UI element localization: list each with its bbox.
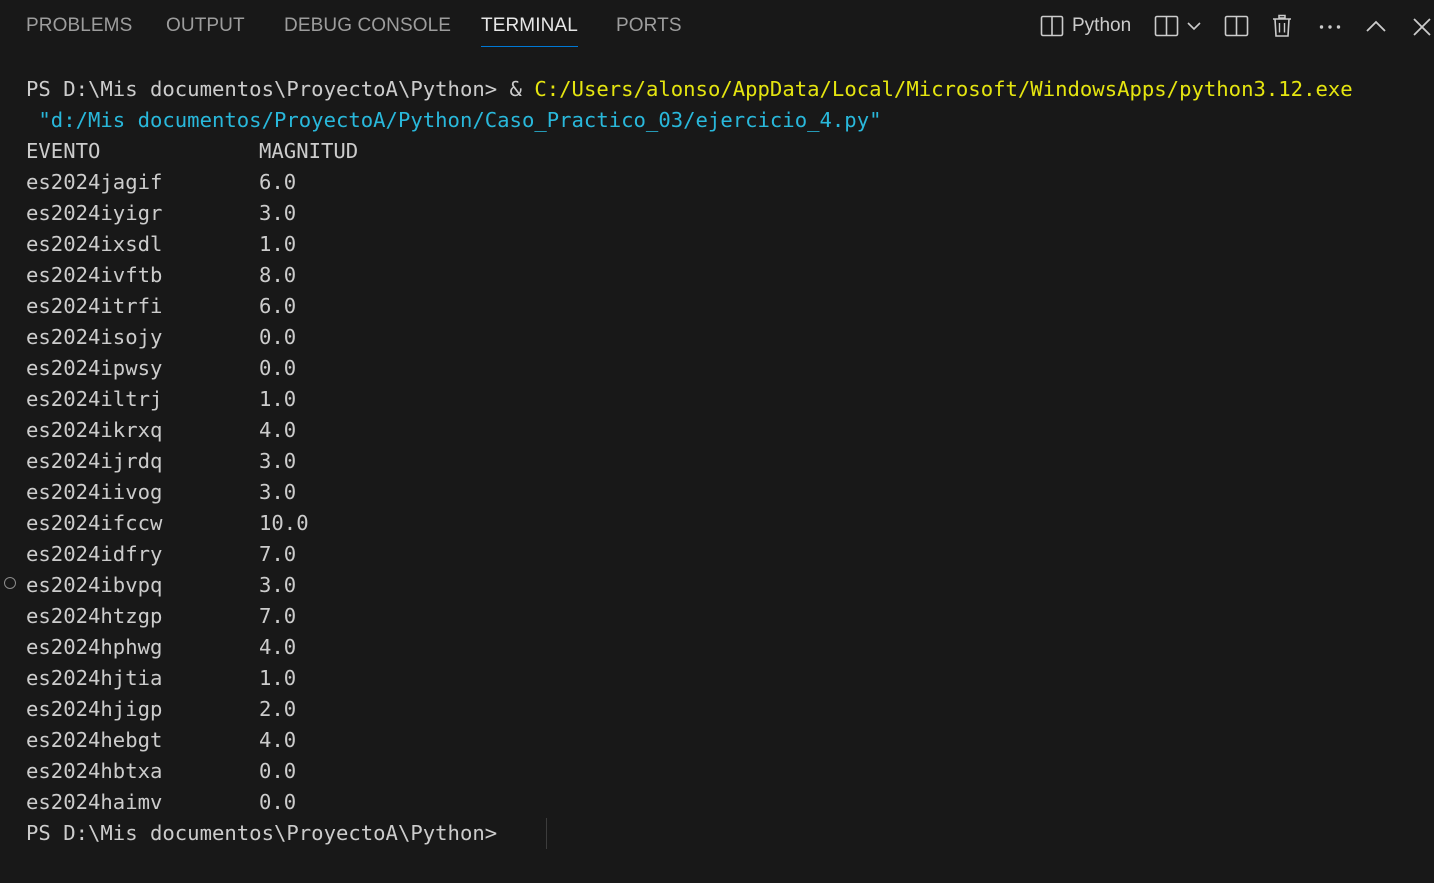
- table-row: es2024ijrdq 3.0: [26, 446, 296, 477]
- split-editor-icon: [1224, 14, 1250, 38]
- table-row: es2024iltrj 1.0: [26, 384, 296, 415]
- magnitud-cell: 3.0: [259, 480, 297, 504]
- evento-cell: es2024ipwsy: [26, 356, 163, 380]
- table-row: es2024itrfi 6.0: [26, 291, 296, 322]
- python-exe-path: C:/Users/alonso/AppData/Local/Microsoft/…: [534, 77, 1353, 101]
- evento-cell: es2024ivftb: [26, 263, 163, 287]
- table-row: es2024hbtxa 0.0: [26, 756, 296, 787]
- table-row: es2024ipwsy 0.0: [26, 353, 296, 384]
- magnitud-cell: 7.0: [259, 604, 297, 628]
- evento-cell: es2024iivog: [26, 480, 163, 504]
- kill-terminal-button[interactable]: [1270, 10, 1294, 42]
- trash-icon: [1270, 14, 1294, 38]
- table-row: es2024ifccw 10.0: [26, 508, 309, 539]
- magnitud-cell: 4.0: [259, 635, 297, 659]
- magnitud-cell: 8.0: [259, 263, 297, 287]
- magnitud-cell: 4.0: [259, 728, 297, 752]
- evento-cell: es2024idfry: [26, 542, 163, 566]
- magnitud-cell: 7.0: [259, 542, 297, 566]
- terminal-output[interactable]: PS D:\Mis documentos\ProyectoA\Python> &…: [0, 68, 1434, 883]
- evento-cell: es2024hbtxa: [26, 759, 163, 783]
- evento-cell: es2024haimv: [26, 790, 163, 814]
- final-prompt: PS D:\Mis documentos\ProyectoA\Python>: [26, 821, 498, 845]
- table-row: es2024isojy 0.0: [26, 322, 296, 353]
- evento-cell: es2024hphwg: [26, 635, 163, 659]
- header-evento: EVENTO: [26, 139, 101, 163]
- tab-terminal[interactable]: TERMINAL: [481, 13, 578, 47]
- close-panel-button[interactable]: [1410, 10, 1434, 42]
- magnitud-cell: 3.0: [259, 201, 297, 225]
- table-row: es2024haimv 0.0: [26, 787, 296, 818]
- evento-cell: es2024ifccw: [26, 511, 163, 535]
- evento-cell: es2024ixsdl: [26, 232, 163, 256]
- table-header-row: EVENTO MAGNITUD: [26, 136, 358, 167]
- table-row: es2024iyigr 3.0: [26, 198, 296, 229]
- table-row: es2024hebgt 4.0: [26, 725, 296, 756]
- evento-cell: es2024iyigr: [26, 201, 163, 225]
- terminal-icon: [1040, 14, 1064, 38]
- magnitud-cell: 1.0: [259, 232, 297, 256]
- evento-cell: es2024htzgp: [26, 604, 163, 628]
- evento-cell: es2024isojy: [26, 325, 163, 349]
- table-row: es2024iivog 3.0: [26, 477, 296, 508]
- maximize-chevron-up-icon: [1364, 14, 1388, 38]
- prompt-text: PS D:\Mis documentos\ProyectoA\Python>: [26, 77, 510, 101]
- table-row: es2024hphwg 4.0: [26, 632, 296, 663]
- evento-cell: es2024ijrdq: [26, 449, 163, 473]
- split-terminal-button[interactable]: [1154, 10, 1180, 42]
- magnitud-cell: 10.0: [259, 511, 309, 535]
- more-actions-button[interactable]: [1318, 10, 1342, 42]
- table-row: es2024ikrxq 4.0: [26, 415, 296, 446]
- magnitud-cell: 6.0: [259, 170, 297, 194]
- evento-cell: es2024iltrj: [26, 387, 163, 411]
- launch-profile-dropdown[interactable]: [1186, 10, 1202, 42]
- script-path: "d:/Mis documentos/ProyectoA/Python/Caso…: [26, 108, 882, 132]
- table-row: es2024jagif 6.0: [26, 167, 296, 198]
- tab-output[interactable]: OUTPUT: [166, 13, 245, 41]
- call-operator: &: [509, 77, 535, 101]
- evento-cell: es2024hjtia: [26, 666, 163, 690]
- evento-cell: es2024ibvpq: [26, 573, 163, 597]
- command-line: PS D:\Mis documentos\ProyectoA\Python> &…: [26, 74, 1353, 105]
- magnitud-cell: 0.0: [259, 356, 297, 380]
- evento-cell: es2024itrfi: [26, 294, 163, 318]
- magnitud-cell: 1.0: [259, 387, 297, 411]
- table-row: es2024ivftb 8.0: [26, 260, 296, 291]
- tab-problems[interactable]: PROBLEMS: [26, 13, 132, 41]
- table-row: es2024hjigp 2.0: [26, 694, 296, 725]
- tab-debug-console[interactable]: DEBUG CONSOLE: [284, 13, 451, 41]
- evento-cell: es2024ikrxq: [26, 418, 163, 442]
- chevron-down-icon: [1186, 14, 1202, 38]
- table-row: es2024ixsdl 1.0: [26, 229, 296, 260]
- terminal-instance-button[interactable]: Python: [1040, 10, 1131, 42]
- split-editor-button[interactable]: [1224, 10, 1250, 42]
- tab-ports[interactable]: PORTS: [616, 13, 682, 41]
- magnitud-cell: 4.0: [259, 418, 297, 442]
- close-icon: [1410, 14, 1434, 38]
- maximize-panel-button[interactable]: [1364, 10, 1388, 42]
- header-magnitud: MAGNITUD: [259, 139, 359, 163]
- magnitud-cell: 0.0: [259, 325, 297, 349]
- command-decoration-icon[interactable]: [4, 577, 16, 589]
- split-terminal-icon: [1154, 14, 1180, 38]
- evento-cell: es2024hjigp: [26, 697, 163, 721]
- table-row: es2024htzgp 7.0: [26, 601, 296, 632]
- magnitud-cell: 0.0: [259, 790, 297, 814]
- magnitud-cell: 3.0: [259, 573, 297, 597]
- magnitud-cell: 2.0: [259, 697, 297, 721]
- more-icon: [1318, 14, 1342, 38]
- magnitud-cell: 1.0: [259, 666, 297, 690]
- table-row: es2024idfry 7.0: [26, 539, 296, 570]
- magnitud-cell: 3.0: [259, 449, 297, 473]
- magnitud-cell: 6.0: [259, 294, 297, 318]
- evento-cell: es2024hebgt: [26, 728, 163, 752]
- magnitud-cell: 0.0: [259, 759, 297, 783]
- terminal-name-label: Python: [1072, 15, 1132, 36]
- table-row: es2024hjtia 1.0: [26, 663, 296, 694]
- terminal-cursor: [546, 818, 547, 849]
- panel-tab-bar: PROBLEMS OUTPUT DEBUG CONSOLE TERMINAL P…: [0, 0, 1434, 52]
- evento-cell: es2024jagif: [26, 170, 163, 194]
- table-row: es2024ibvpq 3.0: [26, 570, 296, 601]
